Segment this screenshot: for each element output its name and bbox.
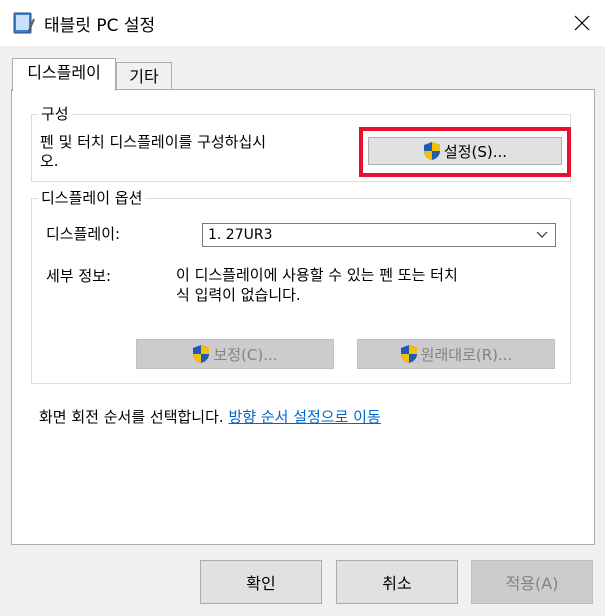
display-select[interactable]: 1. 27UR3: [202, 223, 556, 247]
config-description-line1: 펜 및 터치 디스플레이를 구성하십시: [40, 133, 267, 151]
tab-etc[interactable]: 기타: [116, 62, 172, 90]
display-label: 디스플레이:: [46, 225, 121, 243]
config-description-line2: 오.: [40, 152, 59, 170]
detail-text: 이 디스플레이에 사용할 수 있는 펜 또는 터치 식 입력이 없습니다.: [176, 265, 556, 305]
display-options-group: 디스플레이 옵션 디스플레이: 1. 27UR3 세부 정보: 이 디스플레이에…: [31, 188, 571, 384]
uac-shield-icon: [193, 345, 210, 363]
config-group: 구성 펜 및 터치 디스플레이를 구성하십시 오. 설정(S)...: [31, 104, 571, 182]
reset-button[interactable]: 원래대로(R)...: [357, 339, 555, 369]
uac-shield-icon: [423, 142, 440, 160]
setup-button[interactable]: 설정(S)...: [368, 137, 562, 165]
config-group-title: 구성: [38, 104, 72, 124]
calibrate-button[interactable]: 보정(C)...: [136, 339, 334, 369]
window-title: 태블릿 PC 설정: [44, 16, 156, 36]
config-description: 펜 및 터치 디스플레이를 구성하십시 오.: [40, 133, 360, 171]
rotation-settings-link[interactable]: 방향 순서 설정으로 이동: [228, 408, 380, 426]
detail-text-line1: 이 디스플레이에 사용할 수 있는 펜 또는 터치: [176, 266, 458, 284]
rotation-text: 화면 회전 순서를 선택합니다.: [39, 408, 224, 426]
rotation-line: 화면 회전 순서를 선택합니다. 방향 순서 설정으로 이동: [39, 406, 381, 427]
cancel-button[interactable]: 취소: [336, 560, 458, 604]
detail-label: 세부 정보:: [46, 267, 112, 285]
tablet-pc-icon: [13, 12, 35, 34]
tab-panel-display: 구성 펜 및 터치 디스플레이를 구성하십시 오. 설정(S)... 디스플레이…: [11, 89, 595, 545]
setup-button-label: 설정(S)...: [443, 142, 508, 161]
reset-button-label: 원래대로(R)...: [420, 345, 513, 364]
ok-button[interactable]: 확인: [200, 560, 322, 604]
uac-shield-icon: [400, 345, 417, 363]
display-select-value: 1. 27UR3: [208, 227, 273, 243]
chevron-down-icon: [536, 231, 548, 238]
close-button[interactable]: [559, 0, 605, 46]
tab-display[interactable]: 디스플레이: [12, 58, 116, 91]
detail-text-line2: 식 입력이 없습니다.: [176, 286, 301, 304]
display-options-title: 디스플레이 옵션: [38, 188, 146, 208]
title-bar: 태블릿 PC 설정: [0, 0, 605, 46]
apply-button[interactable]: 적용(A): [471, 560, 593, 604]
calibrate-button-label: 보정(C)...: [213, 345, 278, 364]
close-icon: [574, 15, 590, 31]
